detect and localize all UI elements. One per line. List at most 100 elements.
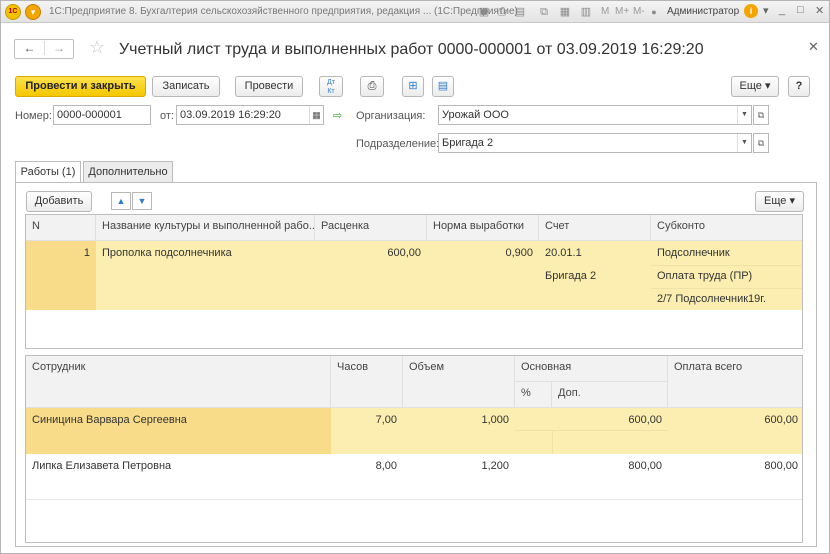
col-total[interactable]: Оплата всего: [668, 356, 802, 408]
navigation-buttons: ← →: [14, 39, 74, 59]
settings-menu-icon[interactable]: ▾: [763, 4, 769, 17]
col-n[interactable]: N: [26, 215, 96, 241]
employee-name: Синицина Варвара Сергеевна: [32, 414, 187, 426]
calculator-icon[interactable]: ▥: [579, 5, 593, 19]
more-button-label: Еще: [739, 80, 762, 92]
staff-table[interactable]: Сотрудник Часов Объем Основная % Доп. Оп…: [25, 355, 803, 543]
more-button[interactable]: Еще ▾: [731, 76, 779, 97]
app-window: 1С ▾ 1С:Предприятие 8. Бухгалтерия сельс…: [0, 0, 830, 554]
col-employee[interactable]: Сотрудник: [26, 356, 331, 408]
employee-main: 600,00: [628, 414, 662, 426]
user-icon: ●: [651, 7, 657, 17]
department-value: Бригада 2: [442, 137, 494, 149]
memory-minus-button[interactable]: M-: [633, 6, 645, 17]
minimize-icon[interactable]: _: [779, 4, 785, 16]
structure-icon[interactable]: ⊞: [402, 76, 424, 97]
col-account[interactable]: Счет: [539, 215, 651, 241]
close-document-icon[interactable]: ✕: [808, 39, 819, 55]
work-rate: 600,00: [387, 247, 421, 259]
works-tab-panel: Добавить ▲ ▼ Еще ▾ N Название культуры и…: [15, 182, 817, 547]
col-percent[interactable]: %: [515, 382, 552, 408]
calendar-icon[interactable]: ▦: [558, 5, 572, 19]
col-name[interactable]: Название культуры и выполненной рабо...: [96, 215, 315, 241]
help-button[interactable]: ?: [788, 76, 810, 97]
table-more-button[interactable]: Еще ▾: [755, 191, 804, 212]
organization-label: Организация:: [356, 110, 426, 122]
col-rate[interactable]: Расценка: [315, 215, 427, 241]
row-divider: [552, 431, 553, 454]
employee-total: 600,00: [764, 414, 798, 426]
preview-icon[interactable]: ▤: [513, 5, 527, 19]
subconto-3: 2/7 Подсолнечник19г.: [657, 293, 767, 305]
print-icon[interactable]: ⎙: [495, 5, 509, 19]
fill-icon[interactable]: ⇨: [333, 109, 342, 122]
department-label: Подразделение:: [356, 138, 440, 150]
organization-value: Урожай ООО: [442, 109, 509, 121]
date-field[interactable]: 03.09.2019 16:29:20 ▦: [176, 105, 324, 125]
current-user[interactable]: Администратор: [667, 6, 739, 17]
back-icon[interactable]: ←: [15, 41, 44, 55]
col-norm[interactable]: Норма выработки: [427, 215, 539, 241]
employee-hours: 7,00: [375, 414, 397, 426]
tab-works[interactable]: Работы (1): [15, 161, 81, 183]
department-open-icon[interactable]: ⧉: [753, 133, 769, 153]
date-value: 03.09.2019 16:29:20: [180, 109, 281, 121]
link-icon[interactable]: ⧉: [537, 5, 551, 19]
dt-kt-icon[interactable]: Дт Кт: [319, 76, 343, 97]
app-logo-icon: 1С: [5, 4, 21, 20]
info-icon[interactable]: i: [744, 4, 758, 18]
document-title: Учетный лист труда и выполненных работ 0…: [119, 41, 704, 58]
move-up-icon[interactable]: ▲: [111, 192, 131, 210]
works-table[interactable]: N Название культуры и выполненной рабо..…: [25, 214, 803, 349]
department-dropdown-icon[interactable]: ▼: [737, 134, 751, 152]
col-hours[interactable]: Часов: [331, 356, 403, 408]
organization-open-icon[interactable]: ⧉: [753, 105, 769, 125]
work-name: Прополка подсолнечника: [102, 247, 232, 259]
print-button-icon[interactable]: ⎙: [360, 76, 384, 97]
number-field[interactable]: 0000-000001: [53, 105, 151, 125]
table-row[interactable]: Липка Елизавета Петровна 8,00 1,200 800,…: [26, 454, 802, 500]
date-label: от:: [160, 110, 174, 122]
col-subconto[interactable]: Субконто: [651, 215, 802, 241]
subconto-1: Подсолнечник: [651, 244, 802, 266]
col-main[interactable]: Основная: [515, 356, 668, 382]
save-icon[interactable]: ▣: [477, 5, 491, 19]
employee-name: Липка Елизавета Петровна: [32, 460, 172, 472]
row-number: 1: [83, 247, 90, 259]
table-row[interactable]: 1 Прополка подсолнечника 600,00 0,900 20…: [26, 241, 802, 310]
forward-icon[interactable]: →: [44, 41, 73, 55]
organization-field[interactable]: Урожай ООО ▼: [438, 105, 752, 125]
table-row[interactable]: Синицина Варвара Сергеевна 7,00 1,000 60…: [26, 408, 802, 454]
main-menu-icon[interactable]: ▾: [25, 4, 41, 20]
department-field[interactable]: Бригада 2 ▼: [438, 133, 752, 153]
tab-additional[interactable]: Дополнительно: [83, 161, 173, 182]
save-button[interactable]: Записать: [152, 76, 220, 97]
maximize-icon[interactable]: □: [797, 4, 804, 16]
memory-button[interactable]: M: [601, 6, 609, 17]
post-button[interactable]: Провести: [235, 76, 303, 97]
post-and-close-button[interactable]: Провести и закрыть: [15, 76, 146, 97]
work-norm: 0,900: [505, 247, 533, 259]
subconto-2: Оплата труда (ПР): [651, 267, 802, 289]
row-divider: [515, 430, 668, 431]
table-more-label: Еще: [764, 195, 787, 207]
organization-dropdown-icon[interactable]: ▼: [737, 106, 751, 124]
memory-plus-button[interactable]: M+: [615, 6, 629, 17]
employee-hours: 8,00: [375, 460, 397, 472]
employee-volume: 1,000: [481, 414, 509, 426]
col-volume[interactable]: Объем: [403, 356, 515, 408]
move-down-icon[interactable]: ▼: [132, 192, 152, 210]
report-icon[interactable]: ▤: [432, 76, 454, 97]
title-bar: 1С ▾ 1С:Предприятие 8. Бухгалтерия сельс…: [1, 1, 829, 23]
col-additional[interactable]: Доп.: [552, 382, 668, 408]
calendar-picker-icon[interactable]: ▦: [309, 106, 323, 124]
favorite-star-icon[interactable]: ☆: [89, 37, 105, 58]
employee-total: 800,00: [764, 460, 798, 472]
employee-main: 800,00: [628, 460, 662, 472]
account-main: 20.01.1: [545, 247, 582, 259]
number-label: Номер:: [15, 110, 52, 122]
close-window-icon[interactable]: ✕: [815, 4, 824, 17]
employee-volume: 1,200: [481, 460, 509, 472]
add-button[interactable]: Добавить: [26, 191, 92, 212]
window-title: 1С:Предприятие 8. Бухгалтерия сельскохоз…: [49, 6, 518, 17]
